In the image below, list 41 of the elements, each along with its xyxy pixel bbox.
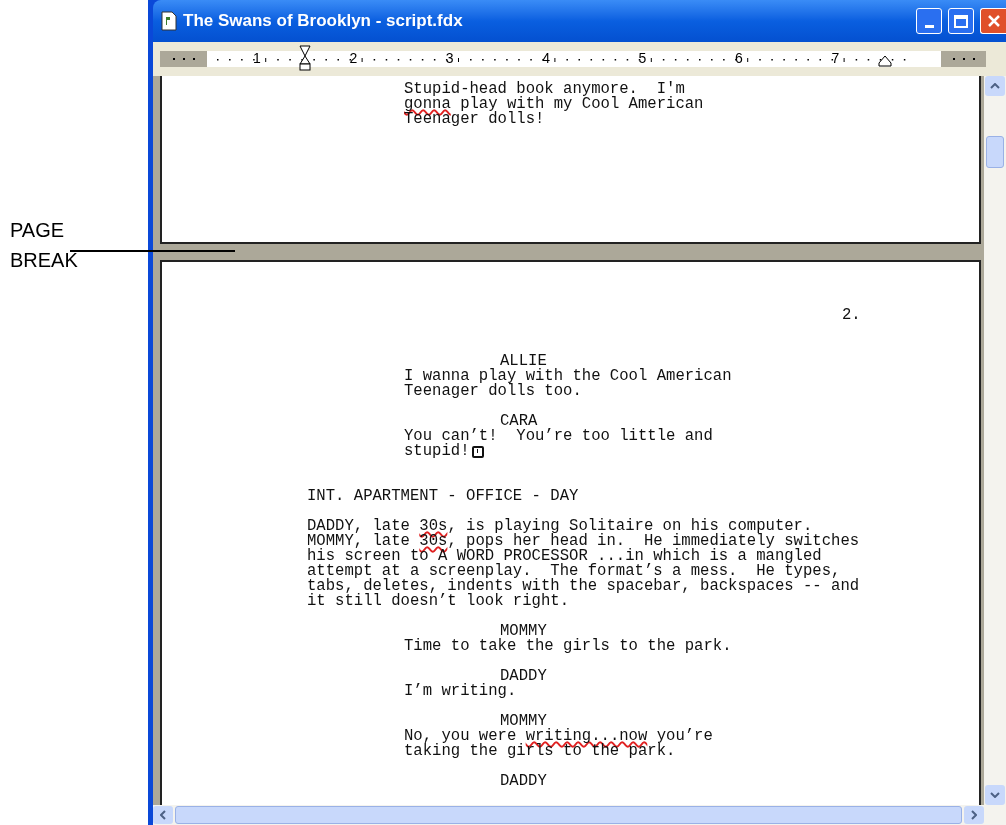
character-name: ALLIE <box>500 354 547 369</box>
character-name: MOMMY <box>500 714 547 729</box>
character-name: DADDY <box>500 669 547 684</box>
dialogue-text: No, you were writing...now you’re taking the girls to the park. <box>404 729 713 759</box>
indent-marker-icon[interactable] <box>299 45 311 71</box>
vertical-scrollbar[interactable] <box>984 76 1006 805</box>
scroll-up-button[interactable] <box>985 76 1005 96</box>
ruler-number: 7 <box>831 50 840 66</box>
scroll-thumb[interactable] <box>175 806 962 824</box>
right-margin-marker-icon[interactable] <box>878 55 892 67</box>
scroll-left-button[interactable] <box>153 806 173 824</box>
ruler-number: 5 <box>638 50 647 66</box>
dialogue-text: You can’t! You’re too little and stupid! <box>404 429 713 459</box>
dialogue-text: I wanna play with the Cool American Teenager dolls too. <box>404 369 732 399</box>
ruler-number: 3 <box>445 50 454 66</box>
scroll-thumb[interactable] <box>986 136 1004 168</box>
close-button[interactable] <box>980 8 1006 34</box>
page-number: 2. <box>842 308 861 323</box>
minimize-button[interactable] <box>916 8 942 34</box>
ruler-number: 4 <box>542 50 550 66</box>
note-marker-icon[interactable] <box>471 445 484 458</box>
window-title: The Swans of Brooklyn - script.fdx <box>183 10 463 33</box>
dialogue-text: Time to take the girls to the park. <box>404 639 732 654</box>
dialogue-text: I’m writing. <box>404 684 517 699</box>
scroll-down-button[interactable] <box>985 785 1005 805</box>
scroll-right-button[interactable] <box>964 806 984 824</box>
character-name: MOMMY <box>500 624 547 639</box>
character-name: CARA <box>500 414 538 429</box>
callout-label: PAGE <box>10 218 65 243</box>
action-text: DADDY, late 30s, is playing Solitaire on his computer. MOMMY, late 30s, pops her head in. He immediately switches his screen to A WORD PROCESSOR ...in which is a mangled attempt at a screenplay. The format’s a mess. He types, tabs, deletes, indents with the spacebar, backspaces -- and it still doesn’t look right. <box>307 519 860 609</box>
callout-label: BREAK <box>10 248 78 273</box>
maximize-button[interactable] <box>948 8 974 34</box>
ruler-number: 1 <box>253 50 261 66</box>
horizontal-scrollbar[interactable] <box>153 805 1006 825</box>
ruler-number: 6 <box>735 50 743 66</box>
dialogue-text: Stupid-head book anymore. I'm gonna play with my Cool American Teenager dolls! <box>404 82 704 127</box>
scene-heading: INT. APARTMENT - OFFICE - DAY <box>307 489 579 504</box>
document-icon <box>161 11 177 31</box>
ruler-number: 2 <box>349 50 358 66</box>
close-icon <box>986 14 1001 28</box>
character-name: DADDY <box>500 774 547 789</box>
